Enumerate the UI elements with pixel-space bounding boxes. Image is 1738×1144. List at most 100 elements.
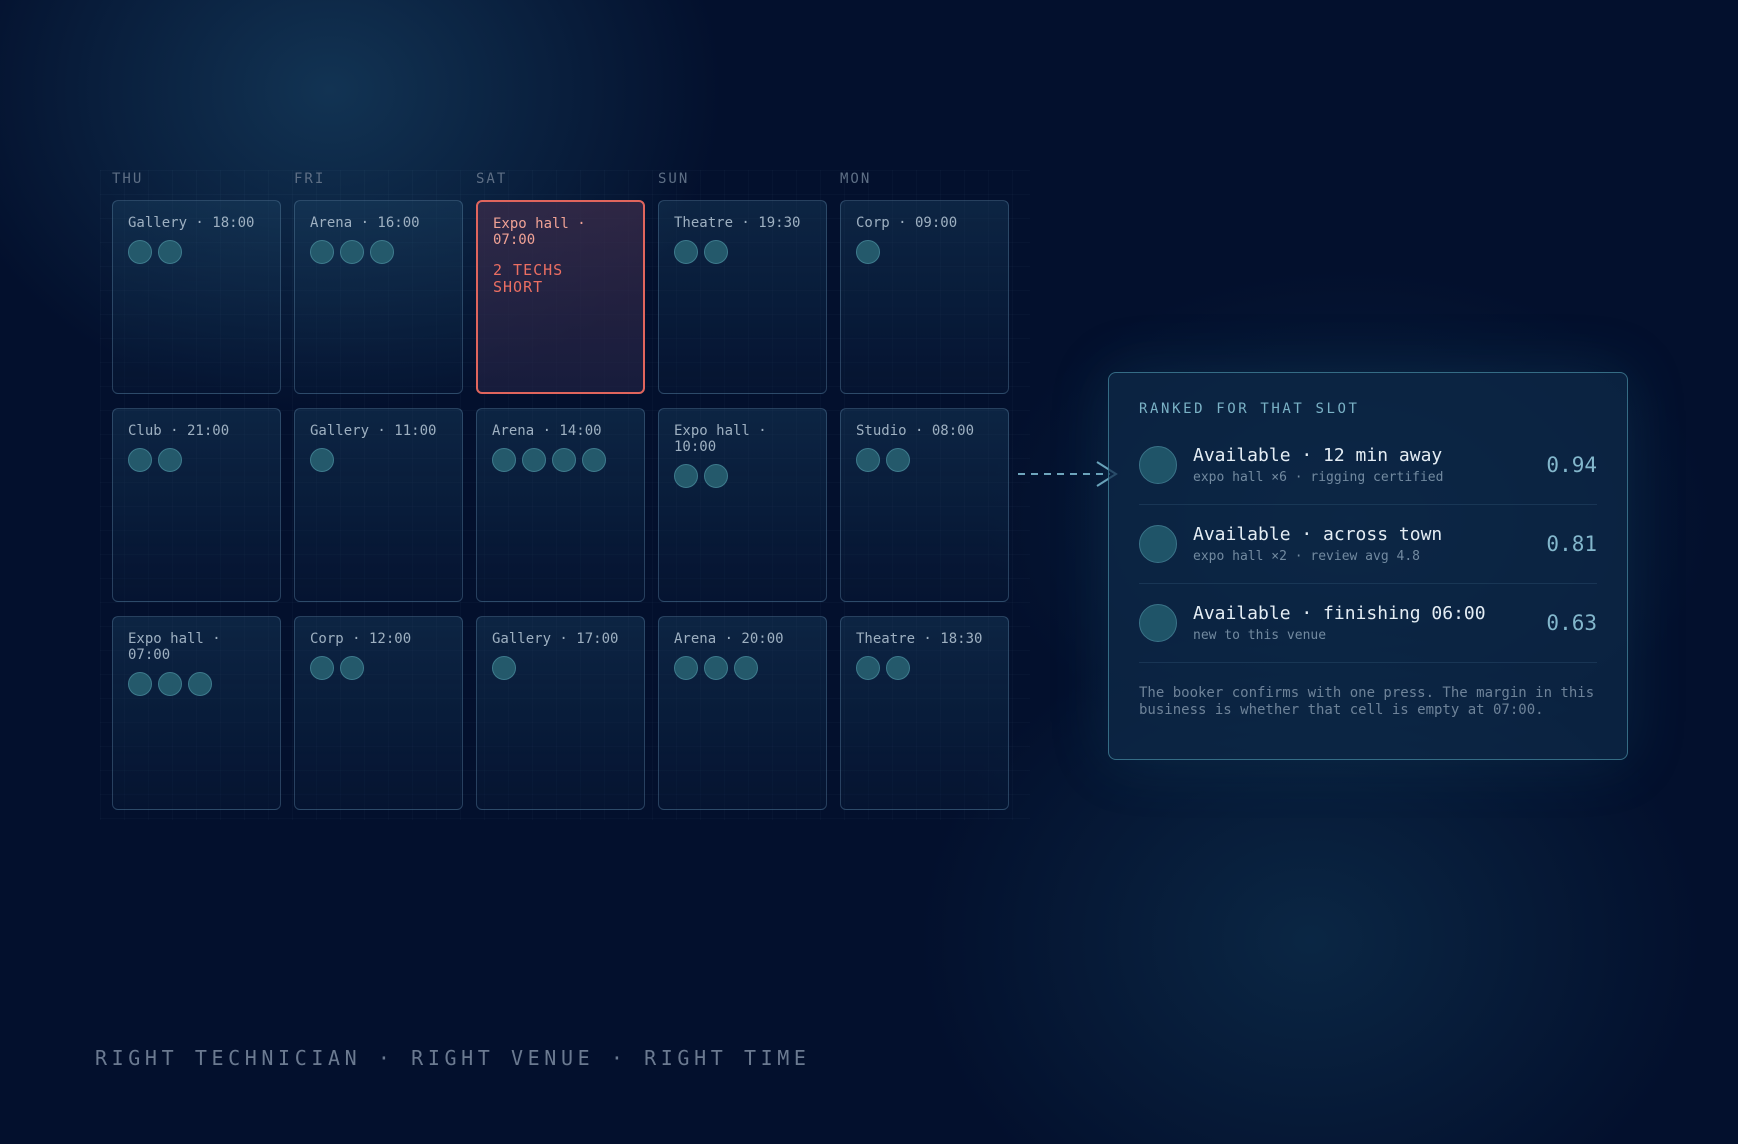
technician-avatar bbox=[704, 240, 728, 264]
technician-avatar bbox=[522, 448, 546, 472]
technician-avatar bbox=[340, 240, 364, 264]
candidate-title: Available · 12 min away bbox=[1193, 445, 1443, 466]
shift-card-title: Expo hall · 07:00 bbox=[128, 631, 221, 663]
technician-avatar bbox=[128, 448, 152, 472]
assigned-technicians bbox=[674, 464, 812, 488]
assigned-technicians bbox=[128, 448, 266, 472]
assigned-technicians bbox=[128, 672, 266, 696]
shortage-warning: 2 TECHS SHORT bbox=[493, 261, 564, 296]
assigned-technicians bbox=[856, 240, 994, 264]
shift-card[interactable]: Arena · 20:00 bbox=[658, 616, 827, 810]
shift-card-title: Arena · 14:00 bbox=[492, 423, 602, 439]
candidate-detail: new to this venue bbox=[1193, 628, 1327, 643]
ranked-candidates-panel: RANKED FOR THAT SLOT Available · 12 min … bbox=[1108, 372, 1628, 760]
panel-note: The booker confirms with one press. The … bbox=[1139, 685, 1595, 718]
technician-avatar bbox=[886, 448, 910, 472]
candidate-text: Available · finishing 06:00 new to this v… bbox=[1193, 603, 1546, 643]
assigned-technicians bbox=[856, 448, 994, 472]
shift-card-title: Theatre · 18:30 bbox=[856, 631, 983, 647]
technician-avatar bbox=[856, 448, 880, 472]
shift-card[interactable]: Studio · 08:00 bbox=[840, 408, 1009, 602]
shift-card-title: Corp · 09:00 bbox=[856, 215, 958, 231]
shift-card-alert[interactable]: Expo hall · 07:00 2 TECHS SHORT bbox=[476, 200, 645, 394]
technician-avatar bbox=[310, 656, 334, 680]
shift-card-title: Corp · 12:00 bbox=[310, 631, 412, 647]
shift-card[interactable]: Theatre · 19:30 bbox=[658, 200, 827, 394]
technician-avatar bbox=[886, 656, 910, 680]
assigned-technicians bbox=[310, 656, 448, 680]
technician-avatar bbox=[674, 656, 698, 680]
technician-avatar bbox=[856, 240, 880, 264]
shift-card-title: Club · 21:00 bbox=[128, 423, 230, 439]
technician-avatar bbox=[310, 240, 334, 264]
assigned-technicians bbox=[492, 448, 630, 472]
technician-avatar bbox=[552, 448, 576, 472]
technician-avatar bbox=[158, 672, 182, 696]
candidate-title: Available · across town bbox=[1193, 524, 1443, 545]
shift-card[interactable]: Gallery · 18:00 bbox=[112, 200, 281, 394]
technician-avatar bbox=[158, 240, 182, 264]
shift-card[interactable]: Theatre · 18:30 bbox=[840, 616, 1009, 810]
shift-card[interactable]: Expo hall · 10:00 bbox=[658, 408, 827, 602]
day-label-sat: SAT bbox=[476, 171, 508, 187]
candidate-score: 0.94 bbox=[1546, 453, 1597, 477]
assigned-technicians bbox=[674, 656, 812, 680]
candidate-score: 0.63 bbox=[1546, 611, 1597, 635]
technician-avatar bbox=[188, 672, 212, 696]
candidate-list: Available · 12 min away expo hall ×6 · ri… bbox=[1139, 426, 1597, 663]
technician-avatar bbox=[492, 656, 516, 680]
candidate-avatar bbox=[1139, 604, 1177, 642]
technician-avatar bbox=[310, 448, 334, 472]
technician-avatar bbox=[128, 240, 152, 264]
technician-avatar bbox=[158, 448, 182, 472]
shift-card-title: Arena · 20:00 bbox=[674, 631, 784, 647]
day-label-thu: THU bbox=[112, 171, 144, 187]
candidate-row[interactable]: Available · finishing 06:00 new to this v… bbox=[1139, 584, 1597, 663]
technician-avatar bbox=[674, 240, 698, 264]
technician-avatar bbox=[734, 656, 758, 680]
panel-heading: RANKED FOR THAT SLOT bbox=[1139, 401, 1360, 417]
technician-avatar bbox=[370, 240, 394, 264]
technician-avatar bbox=[704, 464, 728, 488]
candidate-row[interactable]: Available · across town expo hall ×2 · re… bbox=[1139, 505, 1597, 584]
technician-avatar bbox=[704, 656, 728, 680]
assigned-technicians bbox=[674, 240, 812, 264]
shift-card[interactable]: Gallery · 11:00 bbox=[294, 408, 463, 602]
candidate-text: Available · across town expo hall ×2 · re… bbox=[1193, 524, 1546, 564]
candidate-title: Available · finishing 06:00 bbox=[1193, 603, 1486, 624]
shift-card-title: Expo hall · 07:00 bbox=[493, 216, 586, 248]
shift-card-title: Gallery · 18:00 bbox=[128, 215, 255, 231]
shift-card[interactable]: Arena · 16:00 bbox=[294, 200, 463, 394]
assigned-technicians bbox=[128, 240, 266, 264]
candidate-score: 0.81 bbox=[1546, 532, 1597, 556]
candidate-row[interactable]: Available · 12 min away expo hall ×6 · ri… bbox=[1139, 426, 1597, 505]
footer-tagline: RIGHT TECHNICIAN · RIGHT VENUE · RIGHT T… bbox=[95, 1046, 811, 1070]
assigned-technicians bbox=[856, 656, 994, 680]
shift-card-title: Gallery · 11:00 bbox=[310, 423, 437, 439]
day-label-mon: MON bbox=[840, 171, 872, 187]
shift-card[interactable]: Corp · 12:00 bbox=[294, 616, 463, 810]
technician-avatar bbox=[582, 448, 606, 472]
connector-arrow bbox=[1018, 461, 1118, 487]
shift-card[interactable]: Club · 21:00 bbox=[112, 408, 281, 602]
shift-card[interactable]: Gallery · 17:00 bbox=[476, 616, 645, 810]
candidate-text: Available · 12 min away expo hall ×6 · ri… bbox=[1193, 445, 1546, 485]
candidate-detail: expo hall ×2 · review avg 4.8 bbox=[1193, 549, 1420, 564]
shift-card[interactable]: Corp · 09:00 bbox=[840, 200, 1009, 394]
shift-card-title: Studio · 08:00 bbox=[856, 423, 975, 439]
shift-card[interactable]: Arena · 14:00 bbox=[476, 408, 645, 602]
shift-card-title: Arena · 16:00 bbox=[310, 215, 420, 231]
day-label-sun: SUN bbox=[658, 171, 690, 187]
technician-avatar bbox=[492, 448, 516, 472]
technician-avatar bbox=[128, 672, 152, 696]
shift-card-title: Gallery · 17:00 bbox=[492, 631, 619, 647]
technician-avatar bbox=[340, 656, 364, 680]
candidate-avatar bbox=[1139, 525, 1177, 563]
shift-card[interactable]: Expo hall · 07:00 bbox=[112, 616, 281, 810]
shift-card-title: Expo hall · 10:00 bbox=[674, 423, 767, 455]
candidate-detail: expo hall ×6 · rigging certified bbox=[1193, 470, 1444, 485]
shift-card-title: Theatre · 19:30 bbox=[674, 215, 801, 231]
technician-avatar bbox=[856, 656, 880, 680]
day-label-fri: FRI bbox=[294, 171, 326, 187]
assigned-technicians bbox=[310, 240, 448, 264]
